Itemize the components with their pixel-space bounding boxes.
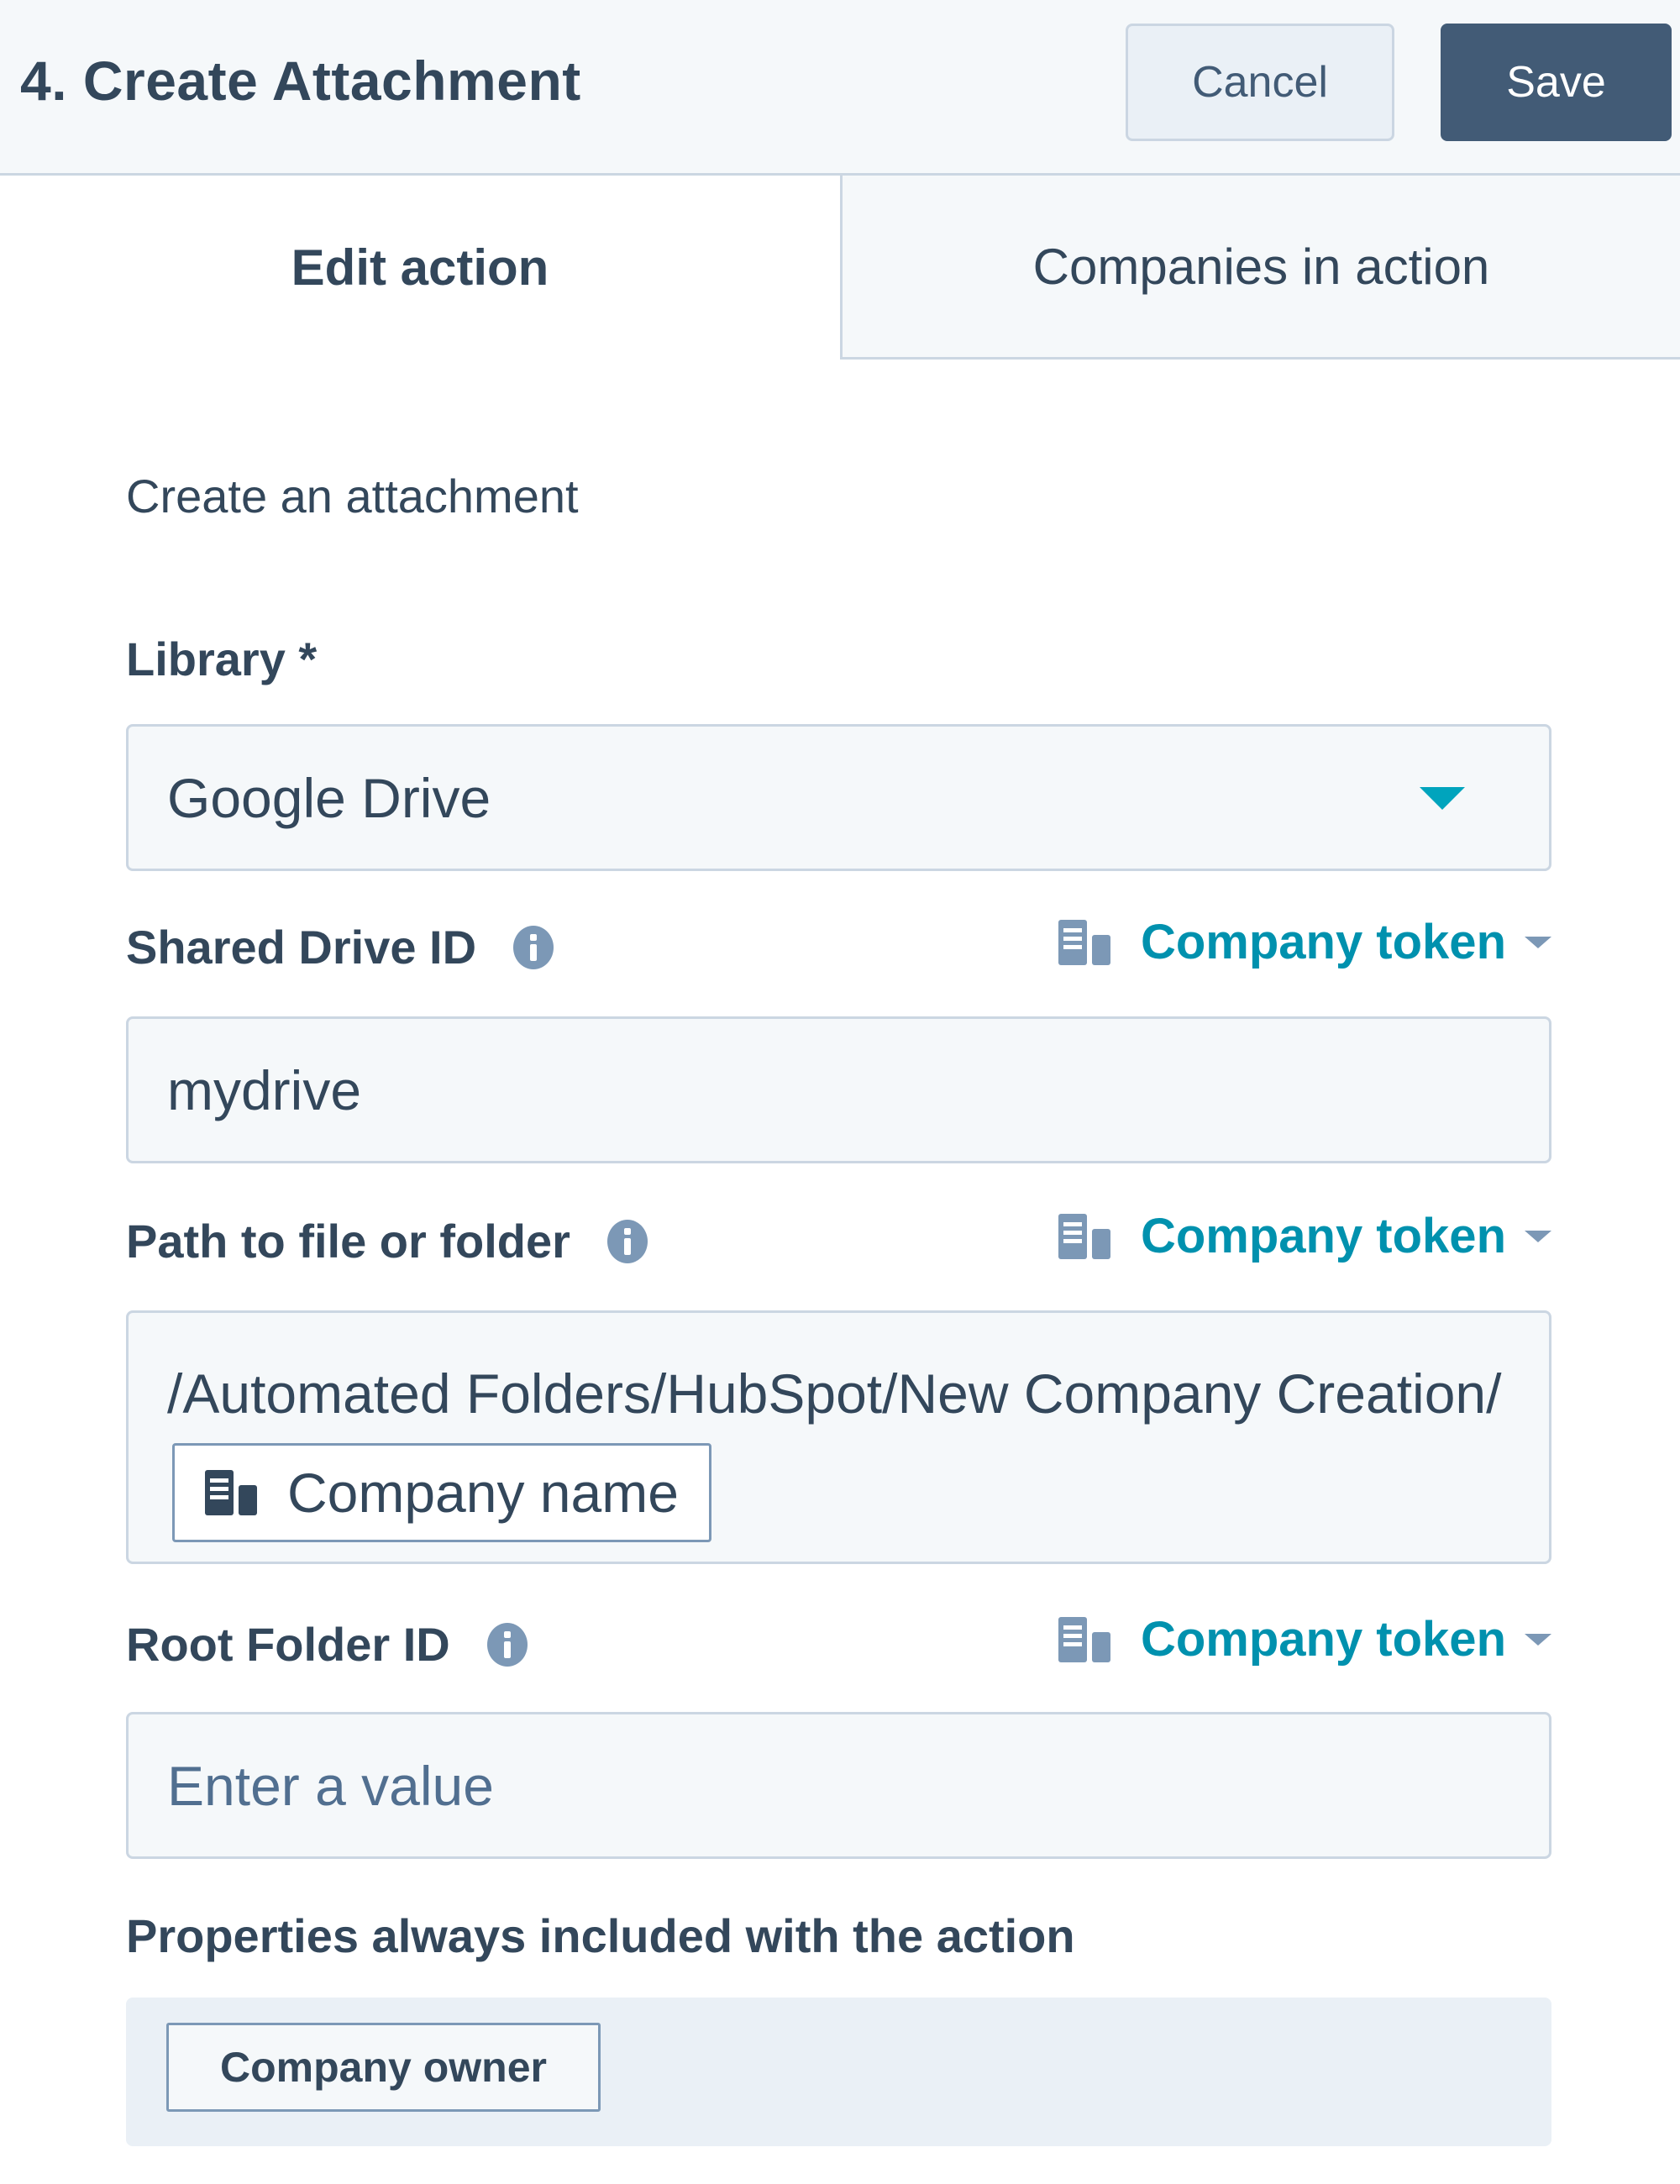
shared-drive-id-value: mydrive [167, 1058, 362, 1121]
caret-down-icon [1525, 1633, 1551, 1646]
company-name-token-chip[interactable]: Company name [172, 1442, 711, 1542]
building-icon [1058, 1616, 1110, 1662]
cancel-button[interactable]: Cancel [1126, 24, 1394, 141]
path-value: /Automated Folders/HubSpot/New Company C… [167, 1362, 1502, 1425]
shared-drive-id-label: Shared Drive ID [126, 920, 554, 974]
info-icon[interactable] [513, 925, 554, 969]
caret-down-icon [1525, 1230, 1551, 1242]
library-select[interactable]: Google Drive [126, 724, 1551, 871]
root-folder-id-label: Root Folder ID [126, 1617, 528, 1672]
path-label: Path to file or folder [126, 1214, 648, 1268]
action-header: 4. Create Attachment Cancel Save [0, 0, 1680, 176]
root-folder-id-input[interactable]: Enter a value [126, 1712, 1551, 1859]
building-icon [1058, 919, 1110, 965]
library-select-value: Google Drive [167, 766, 491, 829]
chevron-down-icon [1420, 787, 1465, 810]
building-icon [1058, 1213, 1110, 1259]
tab-edit-action[interactable]: Edit action [0, 176, 840, 360]
info-icon[interactable] [606, 1219, 648, 1263]
token-chip-label: Company name [287, 1461, 679, 1524]
tab-companies-in-action[interactable]: Companies in action [840, 176, 1680, 360]
path-label-text: Path to file or folder [126, 1215, 570, 1268]
company-token-label: Company token [1140, 915, 1506, 969]
properties-list: Company owner [126, 1998, 1551, 2146]
action-title: 4. Create Attachment [20, 50, 581, 112]
company-token-label: Company token [1140, 1612, 1506, 1667]
caret-down-icon [1525, 936, 1551, 948]
properties-label-text: Properties always included with the acti… [126, 1909, 1075, 1962]
info-icon[interactable] [486, 1622, 528, 1667]
path-input[interactable]: /Automated Folders/HubSpot/New Company C… [126, 1310, 1551, 1564]
root-folder-id-label-text: Root Folder ID [126, 1618, 450, 1671]
company-token-label: Company token [1140, 1209, 1506, 1263]
library-label: Library * [126, 632, 317, 686]
company-token-dropdown[interactable]: Company token [1058, 1611, 1551, 1667]
action-description: Create an attachment [126, 470, 579, 522]
company-token-dropdown[interactable]: Company token [1058, 1208, 1551, 1264]
property-chip: Company owner [166, 2023, 601, 2112]
company-token-dropdown[interactable]: Company token [1058, 914, 1551, 970]
library-label-text: Library * [126, 633, 318, 685]
root-folder-id-placeholder: Enter a value [167, 1754, 494, 1817]
save-button[interactable]: Save [1441, 24, 1672, 141]
building-icon [205, 1469, 257, 1515]
properties-label: Properties always included with the acti… [126, 1908, 1075, 1963]
shared-drive-id-label-text: Shared Drive ID [126, 921, 477, 974]
shared-drive-id-input[interactable]: mydrive [126, 1016, 1551, 1163]
